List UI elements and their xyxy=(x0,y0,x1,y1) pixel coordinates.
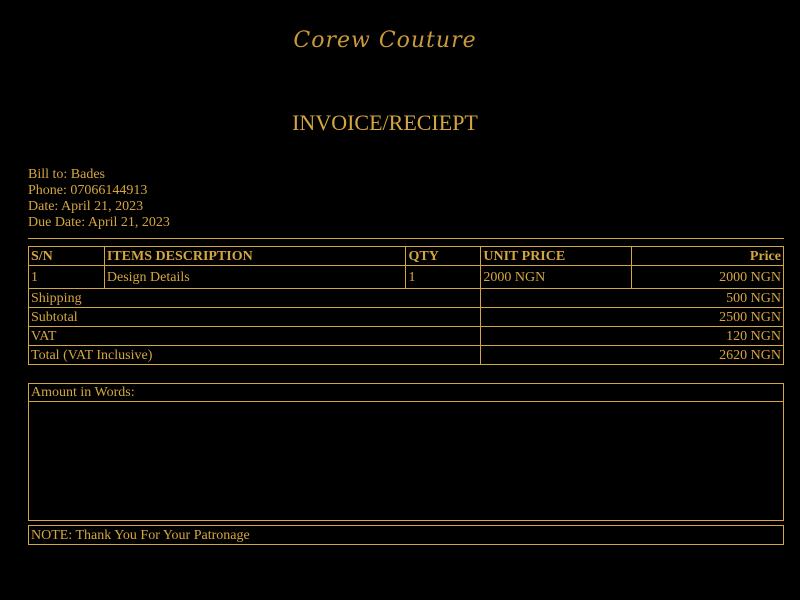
amount-in-words-label: Amount in Words: xyxy=(28,383,784,402)
total-value: 2620 NGN xyxy=(480,345,784,365)
vat-label: VAT xyxy=(27,326,482,346)
brand-logo: Corew Couture xyxy=(0,28,770,53)
amount-in-words-value xyxy=(28,401,784,521)
invoice-title: INVOICE/RECIEPT xyxy=(292,110,478,135)
invoice-due-date: Due Date: April 21, 2023 xyxy=(28,215,170,230)
bill-to-block: Bill to: Bades Phone: 07066144913 Date: … xyxy=(28,167,170,231)
item-qty: 1 xyxy=(405,265,482,289)
subtotal-value: 2500 NGN xyxy=(480,307,784,327)
item-sn: 1 xyxy=(28,265,105,289)
column-header-sn: S/N xyxy=(28,246,105,266)
column-header-description: ITEMS DESCRIPTION xyxy=(103,246,407,266)
column-header-qty: QTY xyxy=(405,246,482,266)
item-price: 2000 NGN xyxy=(631,265,784,289)
shipping-value: 500 NGN xyxy=(480,288,784,308)
brand-logo-text: Corew Couture xyxy=(293,28,477,53)
shipping-label: Shipping xyxy=(27,288,482,308)
bill-to-name: Bill to: Bades xyxy=(28,167,105,182)
column-header-unit-price: UNIT PRICE xyxy=(480,246,633,266)
amount-in-words-box: Amount in Words: xyxy=(28,383,784,521)
subtotal-label: Subtotal xyxy=(27,307,482,327)
summary-row-vat: VAT 120 NGN xyxy=(27,326,784,346)
column-header-price: Price xyxy=(631,246,784,266)
table-row: 1 Design Details 1 2000 NGN 2000 NGN xyxy=(28,265,784,289)
total-label: Total (VAT Inclusive) xyxy=(27,345,482,365)
note-text: NOTE: Thank You For Your Patronage xyxy=(28,525,784,545)
note-box: NOTE: Thank You For Your Patronage xyxy=(28,525,784,545)
summary-row-total: Total (VAT Inclusive) 2620 NGN xyxy=(27,345,784,365)
vat-value: 120 NGN xyxy=(480,326,784,346)
items-table: S/N ITEMS DESCRIPTION QTY UNIT PRICE Pri… xyxy=(27,246,784,365)
item-unit-price: 2000 NGN xyxy=(480,265,633,289)
summary-row-shipping: Shipping 500 NGN xyxy=(27,288,784,308)
item-description: Design Details xyxy=(103,265,407,289)
bill-to-phone: Phone: 07066144913 xyxy=(28,183,148,198)
header-divider xyxy=(28,238,784,239)
invoice-date: Date: April 21, 2023 xyxy=(28,199,144,214)
items-table-header: S/N ITEMS DESCRIPTION QTY UNIT PRICE Pri… xyxy=(28,246,784,266)
summary-row-subtotal: Subtotal 2500 NGN xyxy=(27,307,784,327)
